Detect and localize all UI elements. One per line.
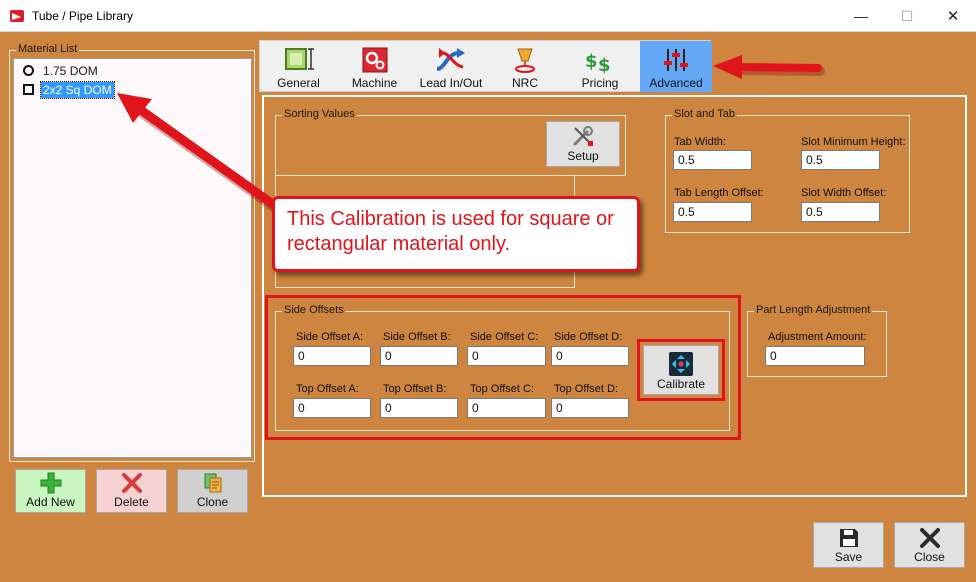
- title-bar: Tube / Pipe Library — ☐ ✕: [0, 0, 976, 32]
- advanced-sliders-icon: [664, 49, 688, 71]
- tab-machine[interactable]: Machine: [337, 41, 412, 92]
- side-offsets-legend: Side Offsets: [282, 304, 346, 316]
- annotation-callout: This Calibration is used for square or r…: [272, 196, 640, 272]
- tab-advanced[interactable]: Advanced: [640, 41, 712, 92]
- material-item-1[interactable]: 1.75 DOM: [23, 62, 100, 79]
- setup-button[interactable]: Setup: [546, 121, 620, 167]
- slot-min-height-label: Slot Minimum Height:: [801, 136, 906, 148]
- tab-label: General: [277, 76, 320, 90]
- top-offset-a-label: Top Offset A:: [296, 383, 359, 395]
- slot-min-height-input[interactable]: [801, 150, 880, 170]
- nrc-icon: [515, 48, 535, 73]
- window-close-button[interactable]: ✕: [930, 0, 976, 32]
- side-offset-d-label: Side Offset D:: [554, 331, 623, 343]
- x-delete-icon: [121, 473, 142, 493]
- tab-length-offset-input[interactable]: [673, 202, 752, 222]
- side-offset-c-label: Side Offset C:: [470, 331, 539, 343]
- circle-icon: [23, 65, 34, 76]
- slot-and-tab-legend: Slot and Tab: [672, 108, 737, 120]
- save-label: Save: [834, 550, 863, 564]
- top-offset-b-label: Top Offset B:: [383, 383, 447, 395]
- tab-strip: General Machine Lead In/Out NRC $ $ Pric…: [259, 40, 712, 92]
- material-list[interactable]: 1.75 DOM 2x2 Sq DOM: [13, 58, 252, 458]
- clone-documents-icon: [204, 473, 221, 493]
- calibrate-button[interactable]: Calibrate: [643, 345, 719, 395]
- pricing-icon: $ $: [585, 51, 611, 73]
- add-new-button[interactable]: Add New: [15, 469, 86, 513]
- wrench-screwdriver-icon: [573, 126, 593, 146]
- tab-label: Advanced: [649, 76, 703, 90]
- adjustment-amount-input[interactable]: [765, 346, 865, 366]
- side-offset-d-input[interactable]: [551, 346, 629, 366]
- floppy-disk-icon: [839, 529, 858, 547]
- tab-nrc[interactable]: NRC: [490, 41, 560, 92]
- calibrate-label: Calibrate: [656, 377, 706, 391]
- clone-label: Clone: [196, 495, 229, 509]
- calibrate-arrows-icon: [669, 352, 693, 376]
- app-logo-icon: [10, 10, 24, 22]
- save-button[interactable]: Save: [813, 522, 884, 568]
- general-icon: [284, 48, 314, 70]
- delete-label: Delete: [114, 495, 149, 509]
- tab-lead-in-out[interactable]: Lead In/Out: [412, 41, 490, 92]
- material-item-label: 2x2 Sq DOM: [40, 80, 115, 99]
- window-title: Tube / Pipe Library: [32, 9, 133, 23]
- top-offset-d-label: Top Offset D:: [554, 383, 618, 395]
- material-item-label: 1.75 DOM: [43, 63, 98, 78]
- side-offset-c-input[interactable]: [467, 346, 546, 366]
- delete-button[interactable]: Delete: [96, 469, 167, 513]
- machine-icon: [362, 47, 387, 73]
- square-icon: [23, 84, 34, 95]
- sorting-values-legend: Sorting Values: [282, 108, 357, 120]
- slot-width-offset-label: Slot Width Offset:: [801, 187, 887, 199]
- tab-length-offset-label: Tab Length Offset:: [674, 187, 764, 199]
- top-offset-a-input[interactable]: [293, 398, 371, 418]
- close-label: Close: [914, 550, 945, 564]
- part-length-group: Part Length Adjustment: [747, 304, 887, 377]
- maximize-button[interactable]: ☐: [884, 0, 930, 32]
- close-button[interactable]: Close: [894, 522, 965, 568]
- setup-label: Setup: [567, 149, 599, 163]
- minimize-button[interactable]: —: [838, 0, 884, 32]
- arrow-to-advanced-tab: [713, 55, 825, 79]
- part-length-legend: Part Length Adjustment: [754, 304, 873, 316]
- top-offset-c-label: Top Offset C:: [470, 383, 534, 395]
- top-offset-d-input[interactable]: [551, 398, 629, 418]
- material-list-legend: Material List: [16, 43, 80, 55]
- x-close-icon: [919, 528, 940, 548]
- clone-button[interactable]: Clone: [177, 469, 248, 513]
- svg-text:$: $: [598, 55, 611, 73]
- svg-text:$: $: [585, 51, 598, 72]
- slot-width-offset-input[interactable]: [801, 202, 880, 222]
- top-offset-b-input[interactable]: [380, 398, 458, 418]
- adjustment-amount-label: Adjustment Amount:: [768, 331, 867, 343]
- side-offset-a-input[interactable]: [293, 346, 371, 366]
- lead-in-out-icon: [436, 48, 465, 71]
- tab-label: Machine: [351, 76, 398, 90]
- side-offset-a-label: Side Offset A:: [296, 331, 364, 343]
- top-offset-c-input[interactable]: [467, 398, 546, 418]
- tab-width-input[interactable]: [673, 150, 752, 170]
- side-offset-b-label: Side Offset B:: [383, 331, 451, 343]
- side-offset-b-input[interactable]: [380, 346, 458, 366]
- tab-label: Lead In/Out: [419, 76, 483, 90]
- add-new-label: Add New: [26, 495, 75, 509]
- tab-label: NRC: [512, 76, 538, 90]
- tab-label: Pricing: [581, 76, 619, 90]
- tab-pricing[interactable]: $ $ Pricing: [560, 41, 640, 92]
- plus-icon: [40, 472, 61, 494]
- tab-width-label: Tab Width:: [674, 136, 726, 148]
- material-item-2[interactable]: 2x2 Sq DOM: [23, 80, 115, 99]
- tab-general[interactable]: General: [260, 41, 337, 92]
